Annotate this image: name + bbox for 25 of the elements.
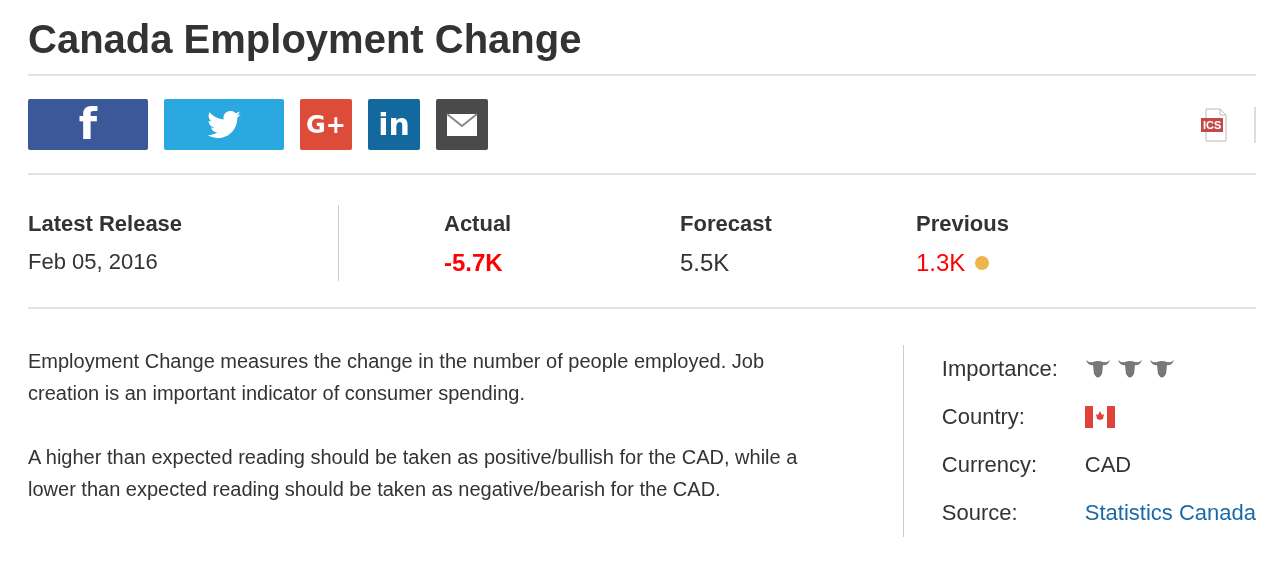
description-paragraph: A higher than expected reading should be taken as positive/bullish for the CAD, while a lower than expected reading should be taken as negative/bearish for the CAD. xyxy=(28,445,799,502)
share-button[interactable] xyxy=(164,99,284,150)
detail-label: Country: xyxy=(941,404,1026,430)
email-share-button[interactable] xyxy=(436,99,488,150)
detail-value: CAD xyxy=(1084,452,1132,478)
share-button[interactable]: f xyxy=(28,99,148,150)
canada-flag-icon xyxy=(1084,406,1115,428)
share-button[interactable]: G+ xyxy=(300,99,352,150)
metric-label: Forecast xyxy=(680,211,773,237)
bird-icon xyxy=(206,110,242,139)
metric-value: 5.5K xyxy=(680,249,730,277)
metric-label: Actual xyxy=(444,211,513,237)
metric-value: -5.7K xyxy=(444,249,503,277)
page-title: Canada Employment Change xyxy=(28,0,1256,76)
release-label: Latest Release xyxy=(28,211,184,237)
metric-label: Previous xyxy=(916,211,1010,237)
share-button[interactable]: in xyxy=(368,99,420,150)
detail-label: Importance: xyxy=(941,356,1059,382)
detail-label: Source: xyxy=(941,500,1019,526)
detail-label: Currency: xyxy=(941,452,1039,478)
release-date: Feb 05, 2016 xyxy=(28,249,159,275)
description-paragraph: Employment Change measures the change in the number of people employed. Job creation is an important indicator of consumer spending. xyxy=(28,349,765,406)
metric-value: 1.3K xyxy=(916,249,966,277)
source-link[interactable]: Statistics Canada xyxy=(1084,500,1256,526)
envelope-icon xyxy=(446,112,478,137)
